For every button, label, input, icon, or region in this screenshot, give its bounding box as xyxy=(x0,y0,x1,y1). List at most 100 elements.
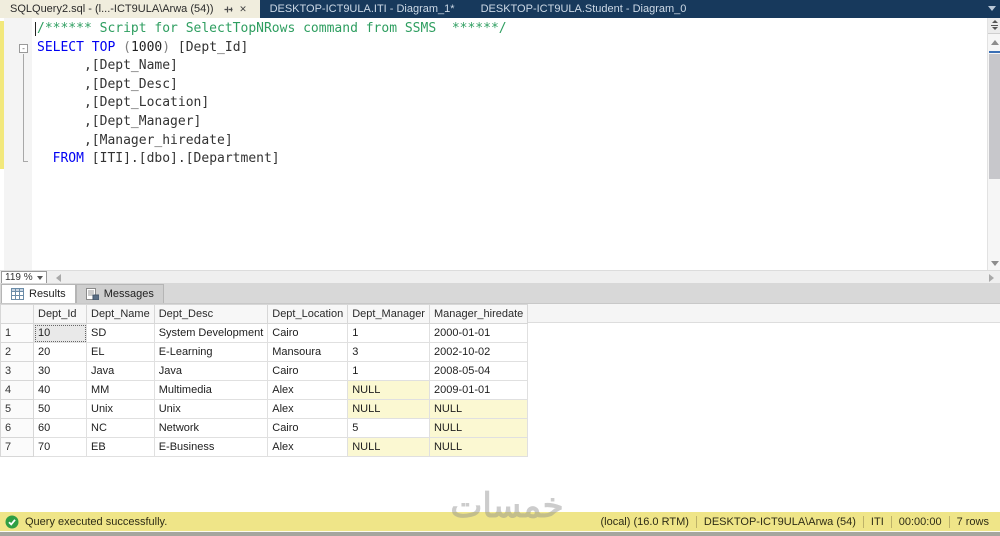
tab-messages[interactable]: Messages xyxy=(75,284,164,303)
scroll-up-icon[interactable] xyxy=(991,40,999,45)
fold-collapse-icon[interactable]: - xyxy=(19,44,28,53)
grid-cell[interactable]: Unix xyxy=(153,399,269,419)
grid-cell[interactable]: EB xyxy=(86,437,155,457)
grid-cell[interactable]: Network xyxy=(153,418,269,438)
scroll-right-icon[interactable] xyxy=(989,274,994,282)
success-check-icon xyxy=(5,515,19,529)
grid-cell[interactable]: 2009-01-01 xyxy=(428,380,529,400)
code-line-3: ,[Dept_Name] xyxy=(37,58,178,74)
grid-cell[interactable]: 50 xyxy=(33,399,87,419)
status-segment-4: 7 rows xyxy=(956,515,989,528)
code-line-5: ,[Dept_Location] xyxy=(37,95,210,111)
column-header-dept_name[interactable]: Dept_Name xyxy=(86,304,155,324)
grid-cell[interactable]: NULL xyxy=(347,380,430,400)
editor-vertical-scrollbar[interactable] xyxy=(987,18,1000,270)
pin-icon[interactable] xyxy=(222,3,235,16)
table-row: 5 50 Unix Unix Alex NULL NULL xyxy=(0,399,529,419)
code-line-6: ,[Dept_Manager] xyxy=(37,113,202,129)
grid-corner-header[interactable] xyxy=(0,304,34,324)
row-header-6[interactable]: 6 xyxy=(0,418,34,438)
code-line-1: /****** Script for SelectTopNRows comman… xyxy=(37,21,507,36)
grid-cell[interactable]: 70 xyxy=(33,437,87,457)
grid-cell[interactable]: 30 xyxy=(33,361,87,381)
grid-cell[interactable]: 1 xyxy=(347,323,430,343)
grid-cell[interactable]: NULL xyxy=(428,437,529,457)
zoom-dropdown-icon xyxy=(37,275,43,280)
row-header-5[interactable]: 5 xyxy=(0,399,34,419)
code-line-8: FROM [ITI].[dbo].[Department] xyxy=(52,151,280,167)
grid-cell[interactable]: SD xyxy=(86,323,155,343)
grid-cell[interactable]: Alex xyxy=(267,437,349,457)
status-message: Query executed successfully. xyxy=(25,515,168,528)
row-header-2[interactable]: 2 xyxy=(0,342,34,362)
column-header-dept_desc[interactable]: Dept_Desc xyxy=(153,304,269,324)
splitter-grip-icon[interactable] xyxy=(988,18,1000,34)
grid-cell[interactable]: NULL xyxy=(428,399,529,419)
document-tab-0[interactable]: SQLQuery2.sql - (l...-ICT9ULA\Arwa (54))… xyxy=(0,0,260,18)
editor-horizontal-scrollbar[interactable]: 119 % xyxy=(0,270,1000,284)
grid-cell[interactable]: Java xyxy=(153,361,269,381)
document-tab-label: SQLQuery2.sql - (l...-ICT9ULA\Arwa (54)) xyxy=(10,3,214,15)
grid-cell[interactable]: MM xyxy=(86,380,155,400)
grid-cell[interactable]: Cairo xyxy=(267,323,349,343)
change-tracking-bar xyxy=(0,21,4,169)
scroll-left-icon[interactable] xyxy=(56,274,61,282)
document-tab-1[interactable]: DESKTOP-ICT9ULA.ITI - Diagram_1* xyxy=(260,0,471,18)
row-header-3[interactable]: 3 xyxy=(0,361,34,381)
messages-icon xyxy=(85,288,99,300)
grid-cell[interactable]: 10 xyxy=(33,323,87,343)
grid-cell[interactable]: 1 xyxy=(347,361,430,381)
table-row: 7 70 EB E-Business Alex NULL NULL xyxy=(0,437,529,457)
row-header-4[interactable]: 4 xyxy=(0,380,34,400)
grid-cell[interactable]: NULL xyxy=(347,399,430,419)
grid-cell[interactable]: 60 xyxy=(33,418,87,438)
vertical-scrollbar-thumb[interactable] xyxy=(989,54,1000,179)
code-line-2: SELECT TOP (1000) [Dept_Id] xyxy=(37,39,249,55)
grid-cell[interactable]: 2000-01-01 xyxy=(428,323,529,343)
messages-tab-label: Messages xyxy=(103,288,154,300)
tab-list-dropdown-icon[interactable] xyxy=(988,6,996,11)
grid-cell[interactable]: E-Learning xyxy=(153,342,269,362)
column-header-manager_hiredate[interactable]: Manager_hiredate xyxy=(428,304,529,324)
grid-cell[interactable]: 2002-10-02 xyxy=(428,342,529,362)
grid-cell[interactable]: Mansoura xyxy=(267,342,349,362)
grid-cell[interactable]: E-Business xyxy=(153,437,269,457)
row-header-1[interactable]: 1 xyxy=(0,323,34,343)
grid-cell[interactable]: 40 xyxy=(33,380,87,400)
document-tab-2[interactable]: DESKTOP-ICT9ULA.Student - Diagram_0 xyxy=(471,0,703,18)
grid-cell[interactable]: Multimedia xyxy=(153,380,269,400)
grid-cell[interactable]: Cairo xyxy=(267,418,349,438)
table-row: 4 40 MM Multimedia Alex NULL 2009-01-01 xyxy=(0,380,529,400)
grid-cell[interactable]: NC xyxy=(86,418,155,438)
grid-cell[interactable]: System Development xyxy=(153,323,269,343)
grid-cell[interactable]: 2008-05-04 xyxy=(428,361,529,381)
tab-results[interactable]: Results xyxy=(1,284,76,303)
watermark-text: خمسات xyxy=(450,487,564,525)
column-header-dept_manager[interactable]: Dept_Manager xyxy=(347,304,430,324)
text-caret xyxy=(35,22,36,36)
grid-cell[interactable]: Unix xyxy=(86,399,155,419)
scroll-position-marker xyxy=(989,51,1000,53)
column-header-dept_location[interactable]: Dept_Location xyxy=(267,304,349,324)
document-tab-label: DESKTOP-ICT9ULA.ITI - Diagram_1* xyxy=(269,3,455,15)
code-area[interactable]: /****** Script for SelectTopNRows comman… xyxy=(37,20,507,169)
grid-cell[interactable]: Cairo xyxy=(267,361,349,381)
table-row: 6 60 NC Network Cairo 5 NULL xyxy=(0,418,529,438)
grid-cell[interactable]: 20 xyxy=(33,342,87,362)
row-header-7[interactable]: 7 xyxy=(0,437,34,457)
grid-cell[interactable]: Alex xyxy=(267,399,349,419)
close-icon[interactable]: ✕ xyxy=(237,3,250,16)
grid-cell[interactable]: EL xyxy=(86,342,155,362)
sql-editor[interactable]: - /****** Script for SelectTopNRows comm… xyxy=(0,18,1000,270)
window-bottom-edge xyxy=(0,531,1000,536)
ssms-window: SQLQuery2.sql - (l...-ICT9ULA\Arwa (54))… xyxy=(0,0,1000,536)
grid-cell[interactable]: 3 xyxy=(347,342,430,362)
grid-cell[interactable]: NULL xyxy=(428,418,529,438)
results-grid[interactable]: Dept_Id Dept_Name Dept_Desc Dept_Location De… xyxy=(0,304,529,457)
grid-cell[interactable]: NULL xyxy=(347,437,430,457)
grid-cell[interactable]: Alex xyxy=(267,380,349,400)
grid-cell[interactable]: Java xyxy=(86,361,155,381)
grid-cell[interactable]: 5 xyxy=(347,418,430,438)
scroll-down-icon[interactable] xyxy=(991,261,999,266)
column-header-dept_id[interactable]: Dept_Id xyxy=(33,304,87,324)
